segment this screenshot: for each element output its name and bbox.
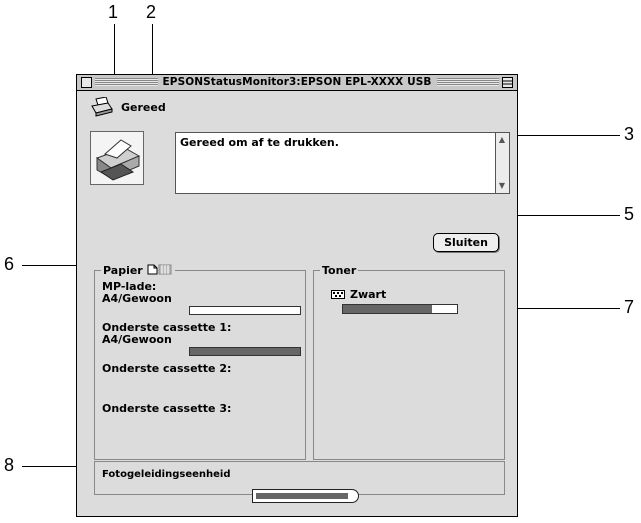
tray-level-fill-cassette-1 (190, 348, 300, 355)
window-zoom-box[interactable] (502, 77, 513, 88)
photoconductor-level-fill (256, 493, 349, 499)
photoconductor-level-bar (252, 489, 359, 503)
close-button[interactable]: Sluiten (433, 233, 499, 252)
callout-5: 5 (624, 204, 635, 224)
status-monitor-window: EPSONStatusMonitor3:EPSON EPL-XXXX USB G… (76, 74, 518, 517)
tray-level-bar-cassette-1 (189, 347, 301, 356)
tray-media-mp: A4/Gewoon (102, 292, 172, 305)
tray-media-cassette-1: A4/Gewoon (102, 333, 172, 346)
callout-8: 8 (4, 455, 15, 475)
paper-group-label: Papier (101, 264, 175, 277)
printer-status-icon (91, 96, 113, 117)
photoconductor-label: Fotogeleidingseenheid (102, 469, 231, 480)
toner-group: Toner Zwart (313, 264, 505, 460)
status-heading: Gereed (121, 101, 166, 114)
paper-icon (147, 264, 172, 275)
callout-7: 7 (624, 297, 635, 317)
scroll-up-arrow-icon[interactable]: ▲ (498, 136, 506, 144)
tray-name-cassette-3: Onderste cassette 3: (102, 402, 232, 415)
tray-name-cassette-2: Onderste cassette 2: (102, 362, 232, 375)
toner-group-label: Toner (320, 264, 359, 277)
paper-group: Papier MP-lade: A4/Gewoon Onderste casse… (94, 264, 306, 460)
toner-level-fill (343, 305, 432, 313)
scroll-down-arrow-icon[interactable]: ▼ (498, 182, 506, 190)
callout-1: 1 (108, 2, 119, 22)
message-scrollbar[interactable]: ▲ ▼ (495, 133, 509, 193)
callout-6: 6 (4, 254, 15, 274)
printer-image-icon (90, 131, 144, 185)
title-bar[interactable]: EPSONStatusMonitor3:EPSON EPL-XXXX USB (77, 75, 517, 91)
toner-icon (331, 290, 345, 299)
window-title: EPSONStatusMonitor3:EPSON EPL-XXXX USB (77, 75, 517, 90)
callout-1-line (114, 24, 115, 76)
status-message-box: Gereed om af te drukken. ▲ ▼ (175, 132, 510, 194)
window-content: Gereed Gereed om af te drukken. ▲ ▼ Slui… (77, 91, 517, 516)
toner-color-name: Zwart (350, 288, 387, 301)
callout-2: 2 (146, 2, 157, 22)
toner-level-bar (342, 304, 458, 314)
status-message-text: Gereed om af te drukken. (180, 136, 339, 149)
tray-level-bar-mp (189, 306, 301, 315)
callout-3: 3 (624, 124, 635, 144)
